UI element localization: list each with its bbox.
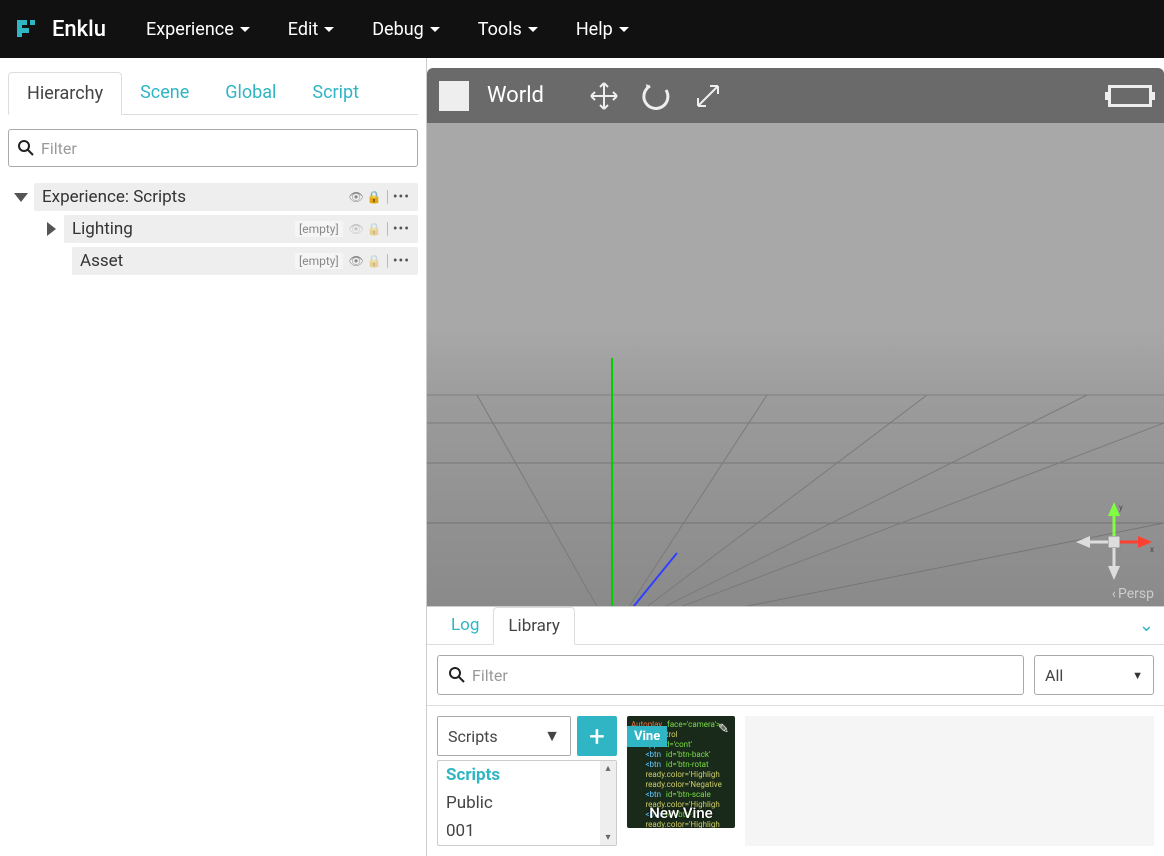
transform-mode-label: World xyxy=(487,83,544,108)
tab-global[interactable]: Global xyxy=(207,72,294,114)
projection-label[interactable]: ‹ Persp xyxy=(1112,586,1154,602)
menu-edit[interactable]: Edit xyxy=(274,13,348,46)
bottom-panel: Log Library ⌄ All▼ Scripts▼ xyxy=(427,606,1164,856)
right-panel: World xyxy=(427,58,1164,856)
library-sidebar: Scripts▼ + Scripts Public 001 ▴▾ xyxy=(437,716,617,846)
eye-icon[interactable]: 👁 xyxy=(349,222,364,236)
more-icon[interactable]: ••• xyxy=(393,253,410,269)
transform-mode-toggle[interactable] xyxy=(439,81,469,111)
hierarchy-filter[interactable] xyxy=(8,129,418,167)
vine-tag: Vine xyxy=(627,726,667,747)
tree-row-asset[interactable]: Asset [empty] 👁 🔒 ••• xyxy=(8,245,418,277)
lock-icon[interactable]: 🔒 xyxy=(367,190,382,204)
svg-text:x: x xyxy=(1150,545,1154,554)
library-filter-input[interactable] xyxy=(472,666,1013,685)
tree-label: Lighting xyxy=(72,219,295,239)
empty-tag: [empty] xyxy=(295,253,343,269)
eye-icon[interactable]: 👁 xyxy=(349,190,364,204)
scrollbar[interactable]: ▴▾ xyxy=(600,761,616,845)
caret-down-icon xyxy=(528,27,538,32)
frame-tool-icon[interactable] xyxy=(1108,85,1152,107)
menu-help[interactable]: Help xyxy=(562,13,643,46)
asset-thumbnail-new-vine[interactable]: Autoplay face='camera'> for control <app… xyxy=(627,716,735,828)
tree-label: Experience: Scripts xyxy=(42,187,343,207)
tree-row-root[interactable]: Experience: Scripts 👁 🔒 ••• xyxy=(8,181,418,213)
row-actions: 👁 🔒 ••• xyxy=(349,189,410,205)
search-icon xyxy=(17,139,35,157)
rotate-tool-icon[interactable] xyxy=(640,80,672,112)
expand-toggle[interactable] xyxy=(42,220,60,238)
caret-down-icon xyxy=(430,27,440,32)
expand-toggle[interactable] xyxy=(12,188,30,206)
left-panel-tabs: Hierarchy Scene Global Script xyxy=(8,72,418,115)
caret-down-icon xyxy=(240,27,250,32)
tab-hierarchy[interactable]: Hierarchy xyxy=(8,72,122,115)
menu-tools[interactable]: Tools xyxy=(464,13,552,46)
tab-scene[interactable]: Scene xyxy=(122,72,207,114)
tree-label: Asset xyxy=(80,251,295,271)
more-icon[interactable]: ••• xyxy=(393,221,410,237)
category-item-scripts[interactable]: Scripts xyxy=(438,761,600,789)
library-drop-area[interactable] xyxy=(745,716,1154,846)
thumbnail-title: New Vine xyxy=(627,804,735,822)
category-list: Scripts Public 001 ▴▾ xyxy=(437,760,617,846)
left-panel: Hierarchy Scene Global Script Experience… xyxy=(0,58,427,856)
viewport-toolbar: World xyxy=(427,68,1164,123)
tab-log[interactable]: Log xyxy=(437,607,493,644)
scale-tool-icon[interactable] xyxy=(692,80,724,112)
category-select[interactable]: Scripts▼ xyxy=(437,716,571,756)
category-item-public[interactable]: Public xyxy=(438,789,600,817)
tree-row-lighting[interactable]: Lighting [empty] 👁 🔒 ••• xyxy=(8,213,418,245)
chevron-left-icon: ‹ xyxy=(1112,586,1116,602)
chevron-down-icon[interactable]: ⌄ xyxy=(1139,615,1154,636)
library-filter[interactable] xyxy=(437,655,1024,695)
viewport-grid xyxy=(427,123,1164,606)
bottom-tabs: Log Library xyxy=(437,607,1139,644)
library-thumbnails: Autoplay face='camera'> for control <app… xyxy=(627,716,735,846)
hierarchy-filter-input[interactable] xyxy=(41,139,409,158)
row-actions: 👁 🔒 ••• xyxy=(349,221,410,237)
eye-icon[interactable]: 👁 xyxy=(349,254,364,268)
tab-library[interactable]: Library xyxy=(493,607,574,645)
svg-text:y: y xyxy=(1119,503,1123,512)
category-item-001[interactable]: 001 xyxy=(438,817,600,845)
empty-tag: [empty] xyxy=(295,221,343,237)
library-all-select[interactable]: All▼ xyxy=(1034,655,1154,695)
lock-icon[interactable]: 🔒 xyxy=(367,254,382,268)
row-actions: 👁 🔒 ••• xyxy=(349,253,410,269)
lock-icon[interactable]: 🔒 xyxy=(367,222,382,236)
brand-name: Enklu xyxy=(52,17,106,42)
top-menu-bar: Enklu Experience Edit Debug Tools Help xyxy=(0,0,1164,58)
menu-debug[interactable]: Debug xyxy=(358,13,454,46)
move-tool-icon[interactable] xyxy=(588,80,620,112)
tab-script[interactable]: Script xyxy=(294,72,377,114)
menu-experience[interactable]: Experience xyxy=(132,13,264,46)
3d-viewport[interactable]: y x ‹ Persp xyxy=(427,123,1164,606)
hierarchy-tree: Experience: Scripts 👁 🔒 ••• Lighting [em… xyxy=(0,177,426,281)
more-icon[interactable]: ••• xyxy=(393,189,410,205)
app-logo-icon xyxy=(12,15,40,43)
axis-gizmo[interactable]: y x xyxy=(1068,496,1158,586)
caret-down-icon xyxy=(324,27,334,32)
add-button[interactable]: + xyxy=(577,716,617,756)
search-icon xyxy=(448,666,466,684)
caret-down-icon xyxy=(619,27,629,32)
main-menu: Experience Edit Debug Tools Help xyxy=(132,13,643,46)
edit-icon: ✎ xyxy=(718,722,729,737)
